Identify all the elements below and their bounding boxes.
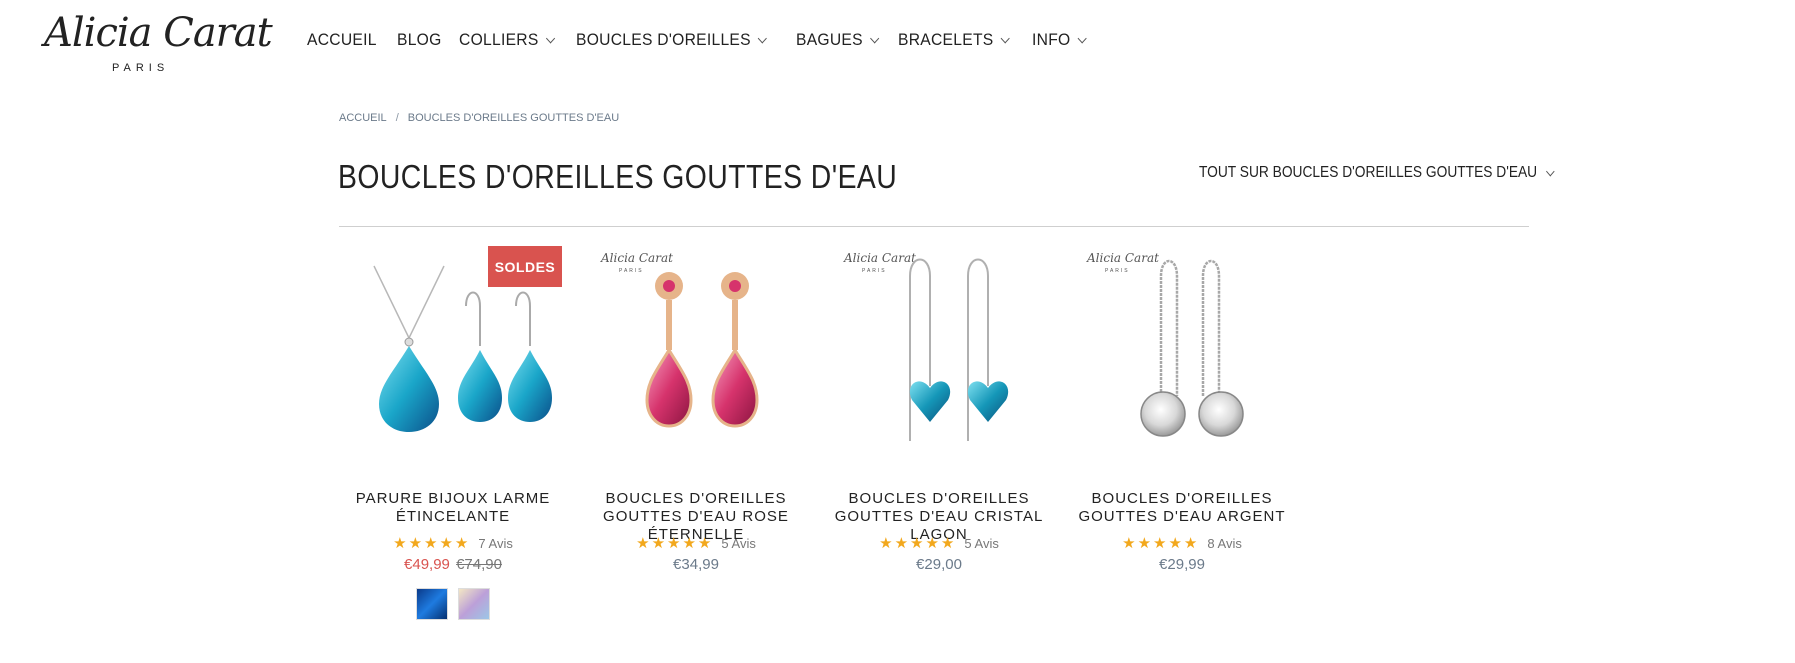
nav-item-colliers[interactable]: COLLIERS — [459, 30, 555, 50]
review-count[interactable]: 7 Avis — [478, 536, 512, 551]
product-image[interactable]: Alicia Carat PARIS — [1083, 246, 1283, 446]
nav-label: ACCUEIL — [307, 30, 377, 49]
color-swatches — [339, 588, 567, 620]
star-rating-icon: ★★★★★ — [393, 535, 471, 552]
watermark-text: Alicia Carat — [1086, 251, 1159, 265]
product-rating: ★★★★★ 5 Avis — [582, 534, 810, 552]
nav-label: COLLIERS — [459, 30, 539, 49]
product-title[interactable]: PARURE BIJOUX LARME ÉTINCELANTE — [339, 490, 567, 526]
nav-label: BLOG — [396, 30, 442, 49]
breadcrumb: ACCUEIL / BOUCLES D'OREILLES GOUTTES D'E… — [339, 112, 619, 124]
collection-filter-dropdown[interactable]: TOUT SUR BOUCLES D'OREILLES GOUTTES D'EA… — [1199, 164, 1555, 182]
review-count[interactable]: 5 Avis — [721, 536, 755, 551]
product-rating: ★★★★★ 7 Avis — [339, 534, 567, 552]
main-nav: ACCUEIL BLOG COLLIERS BOUCLES D'OREILLES… — [307, 30, 1104, 50]
chevron-down-icon — [1546, 166, 1555, 176]
chevron-down-icon — [545, 33, 555, 43]
product-rating: ★★★★★ 8 Avis — [1068, 534, 1296, 552]
watermark-subtitle: PARIS — [862, 268, 887, 274]
product-title[interactable]: BOUCLES D'OREILLES GOUTTES D'EAU ARGENT — [1068, 490, 1296, 526]
star-rating-icon: ★★★★★ — [879, 535, 957, 552]
product-image[interactable]: Alicia Carat PARIS — [597, 246, 797, 446]
aurora-swatch[interactable] — [458, 588, 490, 620]
brand-logo[interactable]: Alicia Carat PARIS — [44, 10, 273, 74]
sale-price: €49,99 — [404, 556, 450, 573]
watermark-text: Alicia Carat — [600, 251, 673, 265]
product-card[interactable]: SOLDES PARURE BIJOUX LARME ÉTINCELANTE ★… — [339, 246, 567, 636]
product-rating: ★★★★★ 5 Avis — [825, 534, 1053, 552]
site-header: Alicia Carat PARIS ACCUEIL BLOG COLLIERS… — [0, 0, 1795, 84]
product-card[interactable]: Alicia Carat PARIS BOUCLES D'OREILLES GO… — [1068, 246, 1296, 636]
breadcrumb-separator: / — [395, 112, 399, 124]
product-image[interactable]: Alicia Carat PARIS — [840, 246, 1040, 446]
chevron-down-icon — [757, 33, 767, 43]
title-divider — [339, 226, 1529, 227]
filter-label: TOUT SUR BOUCLES D'OREILLES GOUTTES D'EA… — [1199, 164, 1538, 181]
nav-item-bracelets[interactable]: BRACELETS — [898, 30, 1010, 50]
logo-script: Alicia Carat — [44, 10, 273, 56]
logo-subtitle: PARIS — [112, 62, 170, 74]
nav-item-blog[interactable]: BLOG — [397, 30, 442, 50]
product-price: €34,99 — [673, 556, 719, 573]
star-rating-icon: ★★★★★ — [636, 535, 714, 552]
chevron-down-icon — [1077, 33, 1087, 43]
product-price: €29,00 — [916, 556, 962, 573]
review-count[interactable]: 5 Avis — [964, 536, 998, 551]
nav-label: BRACELETS — [898, 30, 994, 49]
nav-label: BOUCLES D'OREILLES — [575, 30, 751, 49]
nav-label: INFO — [1032, 30, 1071, 49]
breadcrumb-current: BOUCLES D'OREILLES GOUTTES D'EAU — [407, 112, 620, 124]
original-price: €74,90 — [456, 556, 502, 573]
sale-badge: SOLDES — [488, 246, 562, 287]
page-title: BOUCLES D'OREILLES GOUTTES D'EAU — [338, 158, 898, 195]
product-card[interactable]: Alicia Carat PARIS BOUCLES D'OREILLES GO… — [825, 246, 1053, 636]
review-count[interactable]: 8 Avis — [1207, 536, 1241, 551]
star-rating-icon: ★★★★★ — [1122, 535, 1200, 552]
nav-label: BAGUES — [795, 30, 863, 49]
nav-item-boucles-doreilles[interactable]: BOUCLES D'OREILLES — [575, 30, 767, 50]
product-card[interactable]: Alicia Carat PARIS BOUCLES D'OREILLES GO… — [582, 246, 810, 636]
breadcrumb-home-link[interactable]: ACCUEIL — [339, 112, 387, 124]
nav-item-info[interactable]: INFO — [1032, 30, 1087, 50]
product-price: €29,99 — [1159, 556, 1205, 573]
watermark-subtitle: PARIS — [1105, 268, 1130, 274]
chevron-down-icon — [869, 33, 879, 43]
nav-item-bagues[interactable]: BAGUES — [795, 30, 879, 50]
watermark-subtitle: PARIS — [619, 268, 644, 274]
blue-swatch[interactable] — [416, 588, 448, 620]
watermark-text: Alicia Carat — [843, 251, 916, 265]
nav-item-accueil[interactable]: ACCUEIL — [307, 30, 377, 50]
product-price: €49,99 €74,90 — [339, 556, 567, 573]
chevron-down-icon — [1000, 33, 1010, 43]
